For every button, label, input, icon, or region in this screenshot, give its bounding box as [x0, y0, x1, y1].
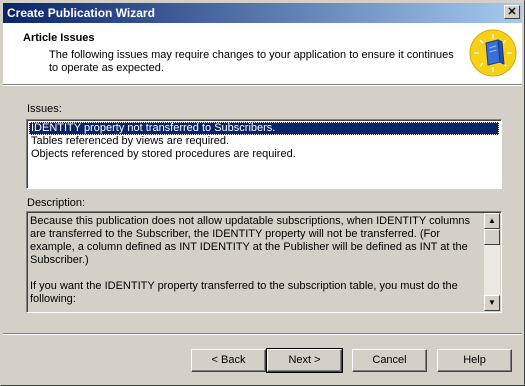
- scroll-up-icon[interactable]: ▲: [484, 213, 500, 229]
- title-bar: Create Publication Wizard ✕: [3, 3, 522, 23]
- cancel-button[interactable]: Cancel: [352, 349, 427, 372]
- scroll-down-icon[interactable]: ▼: [484, 295, 500, 311]
- wizard-header: Article Issues The following issues may …: [3, 23, 522, 86]
- scroll-thumb[interactable]: [484, 229, 500, 245]
- description-box[interactable]: Because this publication does not allow …: [26, 211, 502, 313]
- wizard-window: Create Publication Wizard ✕ Article Issu…: [0, 0, 525, 386]
- description-label: Description:: [27, 197, 86, 209]
- wizard-book-icon: [469, 29, 517, 77]
- page-title: Article Issues: [23, 32, 95, 44]
- next-button[interactable]: Next >: [266, 348, 343, 373]
- description-scrollbar[interactable]: ▲ ▼: [484, 213, 500, 311]
- description-paragraph: If you want the IDENTITY property transf…: [30, 280, 458, 305]
- back-button[interactable]: < Back: [191, 349, 266, 372]
- close-icon[interactable]: ✕: [504, 5, 520, 19]
- description-text: Because this publication does not allow …: [30, 215, 482, 319]
- issues-listbox[interactable]: IDENTITY property not transferred to Sub…: [26, 119, 502, 189]
- issues-label: Issues:: [27, 103, 62, 115]
- description-paragraph: Because this publication does not allow …: [30, 215, 471, 266]
- window-title: Create Publication Wizard: [7, 6, 155, 20]
- list-item[interactable]: Tables referenced by views are required.: [29, 135, 499, 148]
- list-item[interactable]: IDENTITY property not transferred to Sub…: [29, 122, 499, 135]
- help-button[interactable]: Help: [437, 349, 512, 372]
- page-description: The following issues may require changes…: [49, 49, 454, 74]
- button-separator: [3, 333, 522, 335]
- list-item[interactable]: Objects referenced by stored procedures …: [29, 148, 499, 161]
